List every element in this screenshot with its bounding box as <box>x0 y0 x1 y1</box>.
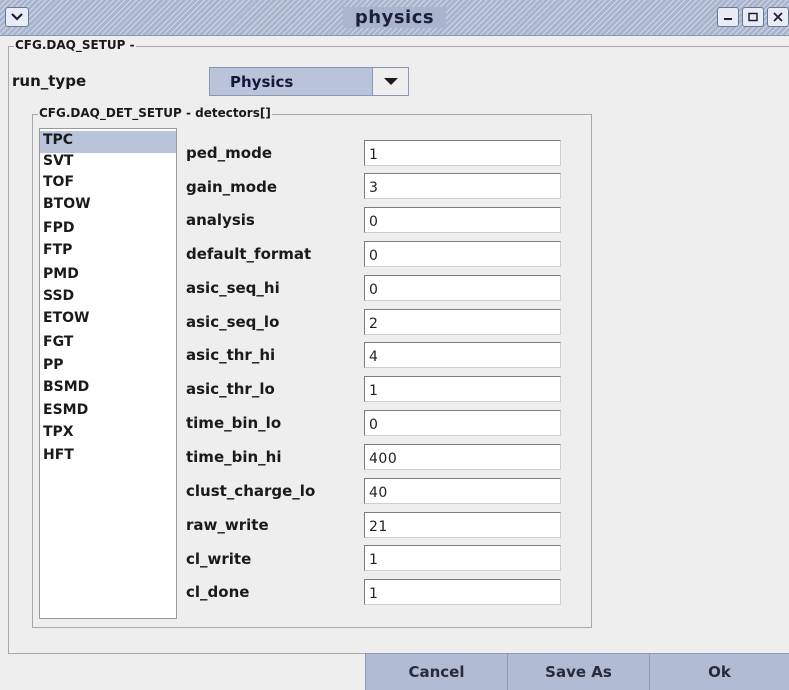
window-controls <box>717 7 789 27</box>
param-label-time-bin-hi: time_bin_hi <box>186 448 282 466</box>
detector-item-fgt[interactable]: FGT <box>40 333 176 355</box>
param-input-cl-done[interactable] <box>364 579 561 605</box>
run-type-dropdown-button[interactable] <box>372 68 408 95</box>
param-label-asic-seq-hi: asic_seq_hi <box>186 279 280 297</box>
param-input-gain-mode[interactable] <box>364 173 561 199</box>
detector-item-ssd[interactable]: SSD <box>40 287 176 309</box>
param-label-clust-charge-lo: clust_charge_lo <box>186 482 316 500</box>
button-bar: Cancel Save As Ok <box>0 653 789 690</box>
window-title: physics <box>0 7 789 28</box>
minimize-icon <box>724 18 732 20</box>
detector-item-hft[interactable]: HFT <box>40 446 176 468</box>
dialog-window: physics CFG.DAQ_SETUP - run_type Physics… <box>0 0 789 690</box>
param-input-asic-thr-lo[interactable] <box>364 376 561 402</box>
param-label-time-bin-lo: time_bin_lo <box>186 414 282 432</box>
param-label-asic-thr-lo: asic_thr_lo <box>186 380 275 398</box>
param-input-asic-thr-hi[interactable] <box>364 342 561 368</box>
param-label-analysis: analysis <box>186 211 255 229</box>
daq-setup-group-title: CFG.DAQ_SETUP - <box>14 38 136 52</box>
param-label-cl-done: cl_done <box>186 583 250 601</box>
detector-item-tpx[interactable]: TPX <box>40 423 176 445</box>
run-type-label: run_type <box>12 72 87 90</box>
close-button[interactable] <box>767 7 789 27</box>
detector-item-pp[interactable]: PP <box>40 356 176 378</box>
close-icon <box>773 12 783 22</box>
param-label-default-format: default_format <box>186 245 312 263</box>
detector-item-tpc[interactable]: TPC <box>40 131 176 153</box>
detector-item-tof[interactable]: TOF <box>40 173 176 195</box>
detector-item-bsmd[interactable]: BSMD <box>40 378 176 400</box>
param-label-gain-mode: gain_mode <box>186 178 278 196</box>
maximize-icon <box>748 12 758 22</box>
detector-item-etow[interactable]: ETOW <box>40 309 176 331</box>
detector-item-pmd[interactable]: PMD <box>40 265 176 287</box>
param-label-raw-write: raw_write <box>186 516 269 534</box>
save-as-button[interactable]: Save As <box>507 653 649 690</box>
title-bar[interactable]: physics <box>0 0 789 36</box>
run-type-select[interactable]: Physics <box>209 67 409 96</box>
param-label-ped-mode: ped_mode <box>186 144 272 162</box>
maximize-button[interactable] <box>742 7 764 27</box>
param-input-asic-seq-lo[interactable] <box>364 309 561 335</box>
ok-button[interactable]: Ok <box>649 653 789 690</box>
param-input-cl-write[interactable] <box>364 545 561 571</box>
param-input-asic-seq-hi[interactable] <box>364 275 561 301</box>
detector-item-esmd[interactable]: ESMD <box>40 401 176 423</box>
param-input-ped-mode[interactable] <box>364 140 561 166</box>
cancel-button[interactable]: Cancel <box>365 653 507 690</box>
detector-item-ftp[interactable]: FTP <box>40 241 176 263</box>
param-input-time-bin-hi[interactable] <box>364 444 561 470</box>
detector-setup-group-title: CFG.DAQ_DET_SETUP - detectors[] <box>38 106 272 120</box>
run-type-value: Physics <box>230 73 294 91</box>
detector-item-btow[interactable]: BTOW <box>40 195 176 217</box>
minimize-button[interactable] <box>717 7 739 27</box>
param-label-asic-thr-hi: asic_thr_hi <box>186 346 276 364</box>
param-input-time-bin-lo[interactable] <box>364 410 561 436</box>
param-input-analysis[interactable] <box>364 207 561 233</box>
param-input-clust-charge-lo[interactable] <box>364 478 561 504</box>
param-input-raw-write[interactable] <box>364 512 561 538</box>
dropdown-arrow-icon <box>383 78 398 85</box>
detector-item-svt[interactable]: SVT <box>40 152 176 174</box>
detector-list[interactable]: TPC SVT TOF BTOW FPD FTP PMD SSD ETOW FG… <box>39 128 177 619</box>
detector-item-fpd[interactable]: FPD <box>40 219 176 241</box>
param-input-default-format[interactable] <box>364 241 561 267</box>
param-label-cl-write: cl_write <box>186 550 252 568</box>
param-label-asic-seq-lo: asic_seq_lo <box>186 313 280 331</box>
